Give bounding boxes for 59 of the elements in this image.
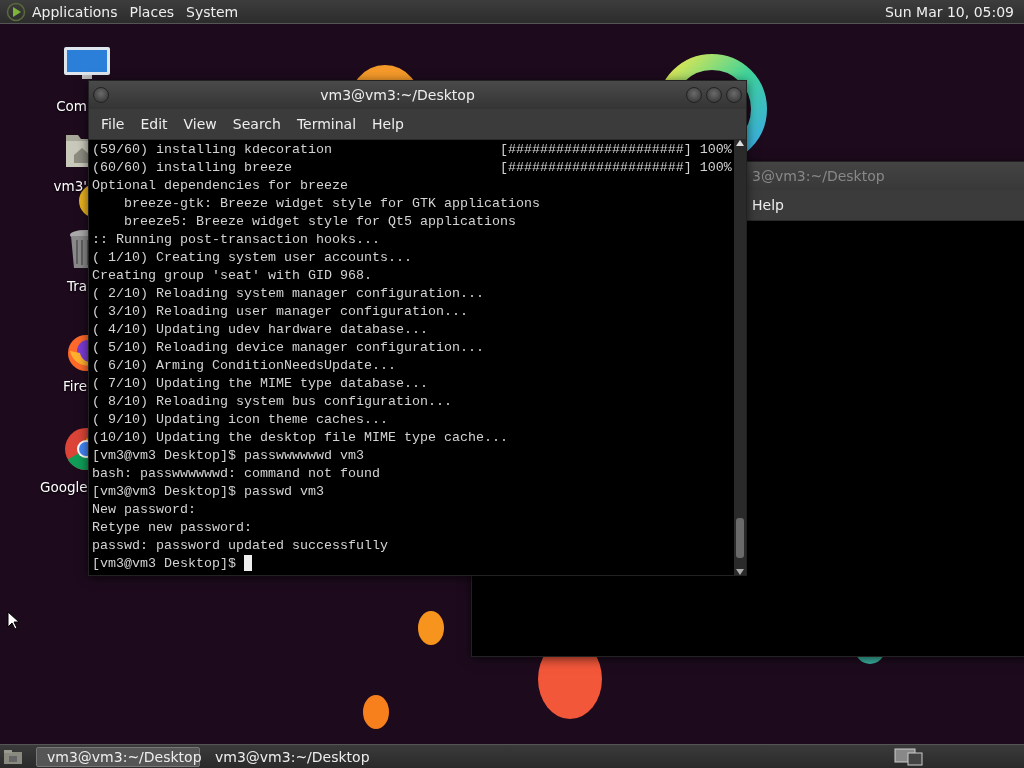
terminal-line: ( 3/10) Reloading user manager configuration... xyxy=(92,303,468,321)
terminal-line: (59/60) installing kdecoration xyxy=(92,141,333,159)
wallpaper-bubble xyxy=(363,695,389,729)
show-desktop-icon[interactable] xyxy=(2,747,24,766)
task-button[interactable]: vm3@vm3:~/Desktop xyxy=(36,746,200,767)
terminal-line: ( 2/10) Reloading system manager configuration... xyxy=(92,285,484,303)
maximize-button[interactable] xyxy=(706,87,722,103)
icon-label[interactable]: Fire xyxy=(62,378,87,394)
terminal-line: ( 5/10) Reloading device manager configuration... xyxy=(92,339,484,357)
menu-item[interactable]: Edit xyxy=(132,113,176,135)
terminal-line: ( 6/10) Arming ConditionNeedsUpdate... xyxy=(92,357,396,375)
terminal-line: Optional dependencies for breeze xyxy=(92,177,348,195)
terminal-line: [vm3@vm3 Desktop]$ passwd vm3 xyxy=(92,483,324,501)
progress-text: [######################] 100% xyxy=(499,159,732,177)
scrollbar[interactable] xyxy=(734,140,746,575)
panel-menu[interactable]: System xyxy=(180,1,245,22)
workspace-switcher-icon[interactable] xyxy=(894,747,924,766)
scrollbar-thumb[interactable] xyxy=(736,518,744,558)
wallpaper-bubble xyxy=(418,611,444,645)
menu-item[interactable]: View xyxy=(175,113,225,135)
icon-label[interactable]: Google xyxy=(40,479,88,495)
terminal-line: :: Running post-transaction hooks... xyxy=(92,231,380,249)
menu-item[interactable]: Help xyxy=(364,113,412,135)
icon-label[interactable]: vm3' xyxy=(53,178,87,194)
clock[interactable]: Sun Mar 10, 05:09 xyxy=(881,1,1018,22)
menu-item[interactable]: File xyxy=(93,113,133,135)
terminal-line: (60/60) installing breeze xyxy=(92,159,293,177)
terminal-line: Retype new password: xyxy=(92,519,252,537)
terminal-line: breeze-gtk: Breeze widget style for GTK applications xyxy=(123,195,540,213)
terminal-line: ( 7/10) Updating the MIME type database... xyxy=(92,375,428,393)
progress-text: [######################] 100% xyxy=(499,141,732,159)
terminal-line: ( 4/10) Updating udev hardware database... xyxy=(92,321,428,339)
terminal-line: [vm3@vm3 Desktop]$ xyxy=(92,555,237,573)
terminal-line: ( 1/10) Creating system user accounts... xyxy=(92,249,412,267)
terminal-line: breeze5: Breeze widget style for Qt5 applications xyxy=(123,213,516,231)
minimize-button[interactable] xyxy=(686,87,702,103)
monitor-icon[interactable] xyxy=(62,45,112,79)
terminal-line: New password: xyxy=(92,501,196,519)
terminal-line: bash: passwwwwwwd: command not found xyxy=(92,465,380,483)
window-title: vm3@vm3:~/Desktop xyxy=(319,87,476,103)
terminal-line: passwd: password updated successfully xyxy=(92,537,388,555)
window-title: 3@vm3:~/Desktop xyxy=(752,168,885,184)
icon-label[interactable]: Com xyxy=(56,98,87,114)
menu-item[interactable]: Help xyxy=(744,194,792,216)
terminal-line: Creating group 'seat' with GID 968. xyxy=(92,267,372,285)
app-menu-icon[interactable] xyxy=(6,1,26,22)
icon-label[interactable]: Tra xyxy=(66,278,87,294)
panel-menu[interactable]: Applications xyxy=(26,1,124,22)
close-button[interactable] xyxy=(726,87,742,103)
terminal-line: ( 9/10) Updating icon theme caches... xyxy=(92,411,388,429)
mouse-pointer-icon xyxy=(7,611,19,630)
menu-item[interactable]: Terminal xyxy=(288,113,365,135)
task-button[interactable]: vm3@vm3:~/Desktop xyxy=(204,746,368,767)
terminal-line: ( 8/10) Reloading system bus configuration... xyxy=(92,393,452,411)
window-menu-button[interactable] xyxy=(93,87,109,103)
terminal-line: [vm3@vm3 Desktop]$ passwwwwwwd vm3 xyxy=(92,447,364,465)
panel-menu[interactable]: Places xyxy=(123,1,181,22)
menu-item[interactable]: Search xyxy=(224,113,289,135)
terminal-line: (10/10) Updating the desktop file MIME type cache... xyxy=(92,429,508,447)
